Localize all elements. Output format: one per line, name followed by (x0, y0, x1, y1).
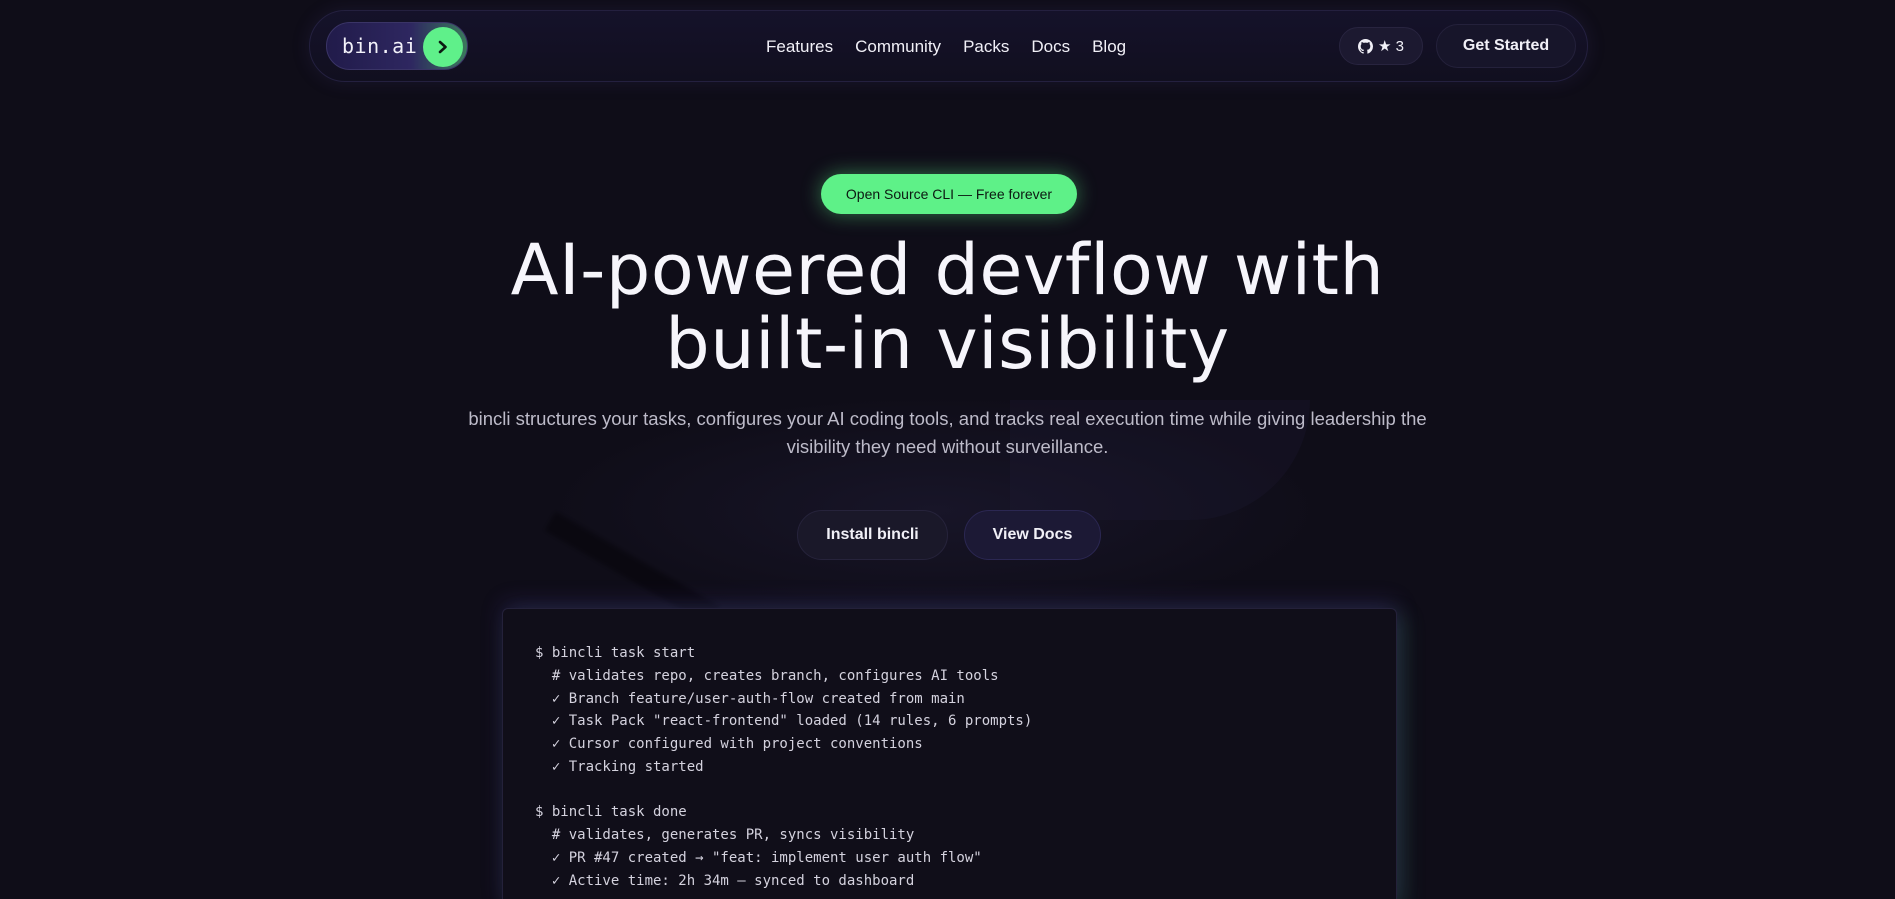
get-started-button[interactable]: Get Started (1436, 24, 1576, 68)
chevron-right-icon[interactable] (423, 27, 463, 67)
nav-link-packs[interactable]: Packs (963, 37, 1009, 57)
hero-subtitle: bincli structures your tasks, configures… (420, 405, 1475, 461)
terminal-line: ✓ PR #47 created → "feat: implement user… (535, 850, 982, 866)
terminal-window: $ bincli task start # validates repo, cr… (502, 608, 1397, 899)
install-button[interactable]: Install bincli (797, 510, 948, 560)
terminal-line: $ bincli task start (535, 645, 696, 661)
hero-title: AI-powered devflow with built-in visibil… (0, 233, 1895, 381)
terminal-line: # validates repo, creates branch, config… (535, 668, 999, 684)
github-stars-button[interactable]: ★ 3 (1339, 27, 1423, 65)
hero-title-line-1: AI-powered devflow with (510, 229, 1385, 311)
github-icon (1358, 38, 1374, 54)
terminal-line: # validates, generates PR, syncs visibil… (535, 827, 915, 843)
terminal-line: ✓ Branch feature/user-auth-flow created … (535, 691, 965, 707)
top-navbar: bin.ai Features Community Packs Docs Blo… (309, 10, 1588, 82)
hero-subtitle-line-2: visibility they need without surveillanc… (786, 436, 1109, 457)
terminal-line: ✓ Task Pack "react-frontend" loaded (14 … (535, 713, 1033, 729)
nav-link-features[interactable]: Features (766, 37, 833, 57)
hero-subtitle-line-1: bincli structures your tasks, configures… (468, 408, 1427, 429)
terminal-line: ✓ Cursor configured with project convent… (535, 736, 923, 752)
terminal-line: ✓ Active time: 2h 34m — synced to dashbo… (535, 873, 915, 889)
github-stars-count: ★ 3 (1378, 38, 1404, 55)
logo[interactable]: bin.ai (326, 22, 468, 70)
nav-links: Features Community Packs Docs Blog (766, 11, 1148, 83)
nav-link-blog[interactable]: Blog (1092, 37, 1126, 57)
view-docs-button[interactable]: View Docs (964, 510, 1101, 560)
hero-title-line-2: built-in visibility (665, 303, 1230, 385)
nav-link-docs[interactable]: Docs (1031, 37, 1070, 57)
terminal-line: $ bincli task done (535, 804, 687, 820)
logo-text: bin.ai (342, 34, 418, 58)
terminal-line: ✓ Tracking started (535, 759, 704, 775)
open-source-badge: Open Source CLI — Free forever (821, 174, 1077, 214)
nav-link-community[interactable]: Community (855, 37, 941, 57)
